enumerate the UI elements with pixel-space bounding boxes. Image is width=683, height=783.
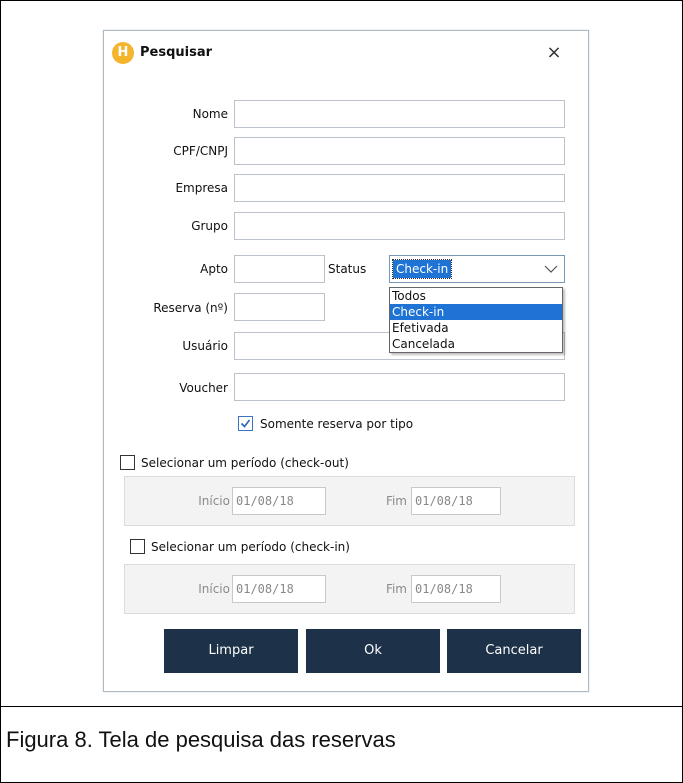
status-option-todos[interactable]: Todos (390, 288, 562, 304)
checkout-period-group: Início 01/08/18 Fim 01/08/18 (124, 476, 575, 526)
status-dropdown-list: Todos Check-in Efetivada Cancelada (389, 287, 563, 353)
ok-button[interactable]: Ok (306, 629, 440, 673)
cpf-field[interactable] (234, 137, 565, 165)
somente-reserva-checkbox[interactable] (238, 416, 253, 431)
status-option-check-in[interactable]: Check-in (390, 304, 562, 320)
grupo-field[interactable] (234, 212, 565, 240)
checkin-fim-label: Fim (385, 582, 407, 596)
reserva-field[interactable] (234, 293, 325, 321)
app-logo-icon: H (112, 42, 134, 64)
reserva-label: Reserva (nº) (153, 301, 228, 315)
checkout-period-label: Selecionar um período (check-out) (141, 456, 349, 470)
chevron-down-icon[interactable] (544, 264, 558, 274)
checkout-inicio-label: Início (198, 494, 230, 508)
apto-label: Apto (200, 262, 228, 276)
checkin-period-label: Selecionar um período (check-in) (151, 540, 350, 554)
usuario-label: Usuário (182, 339, 228, 353)
grupo-label: Grupo (191, 219, 228, 233)
status-select[interactable]: Check-in (389, 255, 565, 283)
dialog-title: Pesquisar (140, 45, 213, 60)
apto-field[interactable] (234, 255, 325, 283)
cancelar-button[interactable]: Cancelar (447, 629, 581, 673)
nome-field[interactable] (234, 100, 565, 128)
reserva-input[interactable] (235, 294, 324, 320)
checkin-inicio-label: Início (198, 582, 230, 596)
caption-divider (0, 706, 683, 707)
empresa-label: Empresa (175, 181, 228, 195)
title-bar: H Pesquisar × (104, 31, 588, 75)
close-icon[interactable]: × (534, 39, 574, 67)
checkout-inicio-field[interactable]: 01/08/18 (232, 487, 326, 515)
nome-label: Nome (192, 107, 228, 121)
checkin-inicio-field[interactable]: 01/08/18 (232, 575, 326, 603)
empresa-input[interactable] (235, 175, 564, 201)
checkmark-icon (240, 419, 251, 428)
somente-reserva-label: Somente reserva por tipo (260, 417, 414, 431)
figure-caption: Figura 8. Tela de pesquisa das reservas (6, 727, 396, 752)
voucher-input[interactable] (235, 374, 564, 400)
checkin-period-group: Início 01/08/18 Fim 01/08/18 (124, 564, 575, 614)
grupo-input[interactable] (235, 213, 564, 239)
status-selected-value: Check-in (391, 259, 453, 279)
status-option-efetivada[interactable]: Efetivada (390, 320, 562, 336)
checkout-fim-field[interactable]: 01/08/18 (411, 487, 501, 515)
status-label: Status (328, 262, 367, 276)
limpar-button[interactable]: Limpar (164, 629, 298, 673)
apto-input[interactable] (235, 256, 324, 282)
voucher-label: Voucher (179, 381, 228, 395)
status-option-cancelada[interactable]: Cancelada (390, 336, 562, 352)
empresa-field[interactable] (234, 174, 565, 202)
checkin-fim-field[interactable]: 01/08/18 (411, 575, 501, 603)
voucher-field[interactable] (234, 373, 565, 401)
checkout-fim-label: Fim (385, 494, 407, 508)
checkin-period-checkbox[interactable] (130, 539, 145, 554)
nome-input[interactable] (235, 101, 564, 127)
search-dialog: H Pesquisar × Nome CPF/CNPJ Empresa Grup… (103, 30, 589, 692)
cpf-label: CPF/CNPJ (173, 144, 228, 158)
checkout-period-checkbox[interactable] (120, 455, 135, 470)
cpf-input[interactable] (235, 138, 564, 164)
